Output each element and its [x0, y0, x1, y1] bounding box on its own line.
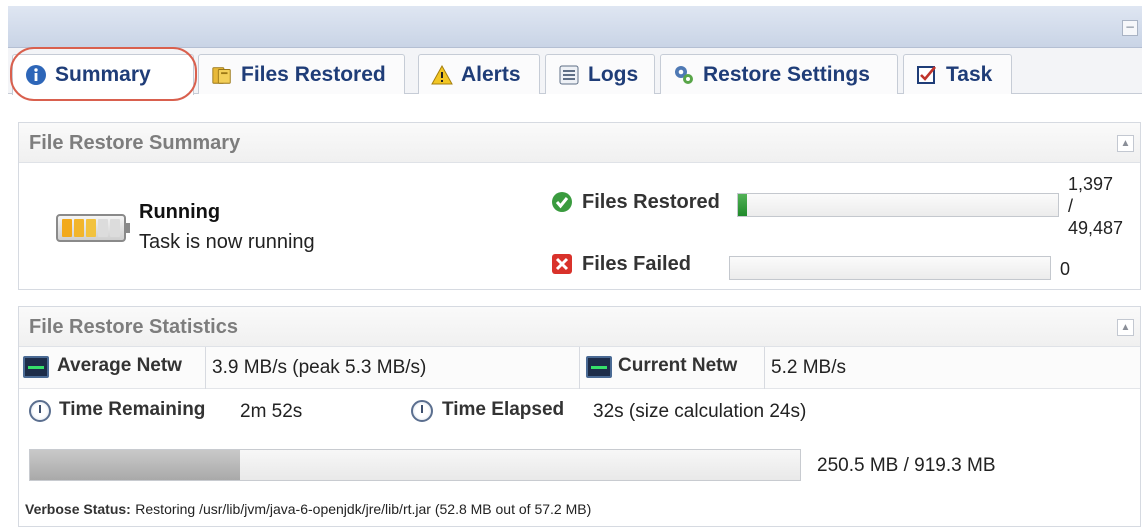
avg-network-label-cell: Average Netw	[19, 347, 206, 389]
tab-summary[interactable]: Summary	[12, 54, 194, 95]
panel-header: File Restore Statistics ▲	[19, 307, 1140, 347]
file-restore-statistics-panel: File Restore Statistics ▲ Average Netw 3…	[18, 306, 1141, 527]
collapse-icon[interactable]: ▲	[1117, 135, 1134, 152]
stopwatch-icon	[29, 400, 51, 422]
network-monitor-icon	[23, 356, 49, 378]
tab-task[interactable]: Task	[903, 54, 1012, 94]
time-remaining-value: 2m 52s	[240, 401, 303, 422]
avg-network-label: Average Netw	[57, 355, 182, 376]
files-restored-value: 1,397	[1068, 174, 1114, 194]
verbose-status-label: Verbose Status:	[25, 501, 131, 517]
verbose-status: Verbose Status: Restoring /usr/lib/jvm/j…	[25, 501, 591, 518]
progress-fill	[30, 450, 240, 480]
tab-label: Task	[946, 62, 993, 86]
panel-title: File Restore Summary	[29, 132, 241, 154]
files-failed-progress-bar	[729, 256, 1051, 280]
info-icon	[25, 64, 47, 86]
size-progress-text: 250.5 MB / 919.3 MB	[817, 455, 996, 476]
files-restored-label: Files Restored	[582, 191, 720, 213]
current-network-label: Current Netw	[618, 355, 738, 376]
tab-label: Logs	[588, 62, 639, 86]
total-size-progress-bar	[29, 449, 801, 481]
stopwatch-icon	[411, 400, 433, 422]
time-remaining-label: Time Remaining	[59, 399, 206, 420]
check-icon	[551, 191, 573, 217]
panel-header: File Restore Summary ▲	[19, 123, 1140, 163]
files-restored-progress-bar	[737, 193, 1059, 217]
verbose-status-text: Restoring /usr/lib/jvm/java-6-openjdk/jr…	[135, 501, 592, 517]
time-elapsed-label: Time Elapsed	[442, 399, 565, 420]
files-failed-label: Files Failed	[582, 253, 691, 275]
warning-icon	[431, 64, 453, 86]
time-elapsed-value: 32s (size calculation 24s)	[593, 401, 807, 422]
file-restore-summary-panel: File Restore Summary ▲ Running Task is n…	[18, 122, 1141, 290]
files-failed-value: 0	[1060, 259, 1071, 279]
tab-logs[interactable]: Logs	[545, 54, 655, 94]
tab-label: Restore Settings	[703, 62, 870, 86]
current-network-label-cell: Current Netw	[579, 347, 765, 389]
tab-alerts[interactable]: Alerts	[418, 54, 540, 94]
tab-label: Files Restored	[241, 62, 386, 86]
progress-fill	[738, 194, 748, 216]
gear-icon	[673, 64, 695, 86]
avg-network-value: 3.9 MB/s (peak 5.3 MB/s)	[212, 357, 427, 378]
collapse-icon[interactable]: −	[1122, 20, 1138, 36]
tab-files-restored[interactable]: Files Restored	[198, 54, 405, 94]
folders-icon	[211, 64, 233, 86]
status-text: Task is now running	[139, 231, 315, 253]
current-network-value: 5.2 MB/s	[771, 357, 846, 378]
files-restored-count: 1,397 / 49,487	[1068, 173, 1123, 239]
running-battery-icon	[56, 214, 130, 242]
files-restored-total: 49,487	[1068, 218, 1124, 238]
log-list-icon	[558, 64, 580, 86]
failed-icon	[551, 253, 573, 279]
panel-title: File Restore Statistics	[29, 316, 238, 338]
task-checkbox-icon	[916, 64, 938, 86]
window-title-bar: −	[8, 6, 1142, 48]
network-monitor-icon	[586, 356, 612, 378]
status-title: Running	[139, 201, 221, 223]
files-restored-separator: /	[1068, 196, 1074, 216]
tab-restore-settings[interactable]: Restore Settings	[660, 54, 898, 94]
tab-label: Alerts	[461, 62, 521, 86]
tab-label: Summary	[55, 63, 151, 86]
tab-strip: Summary Files Restored Alerts Logs Resto…	[8, 48, 1142, 95]
collapse-icon[interactable]: ▲	[1117, 319, 1134, 336]
